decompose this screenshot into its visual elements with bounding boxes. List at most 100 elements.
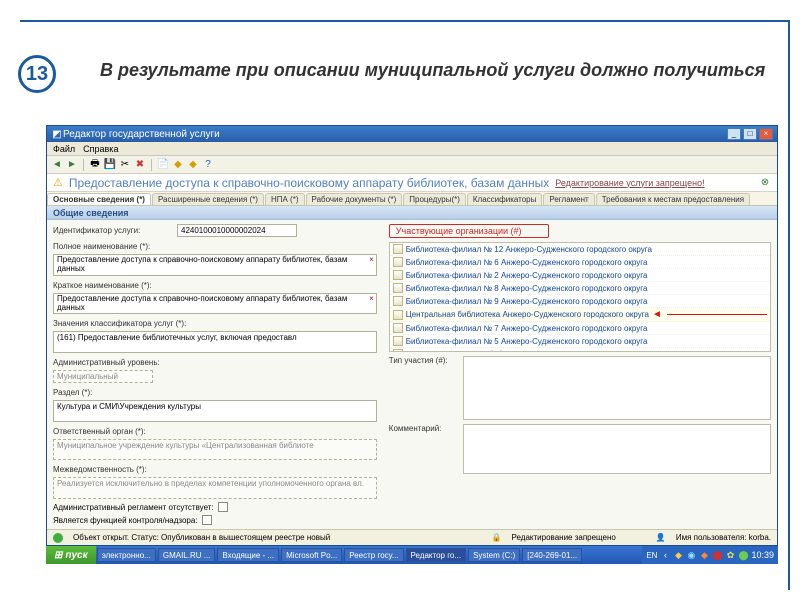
- orgs-heading[interactable]: Участвующие организации (#): [389, 224, 549, 238]
- taskbar-item[interactable]: Microsoft Po...: [281, 548, 342, 562]
- tab-req[interactable]: Требования к местам предоставления: [596, 193, 750, 205]
- tray-icon[interactable]: ‹: [660, 550, 670, 560]
- doc-icon: [393, 283, 403, 293]
- comment-label: Комментарий:: [389, 424, 459, 433]
- doc-icon: [393, 349, 403, 352]
- taskbar-item[interactable]: Реестр госу...: [344, 548, 403, 562]
- toolbar: ◄ ► 🖶 💾 ✂ ✖ 📄 ◆ ◆ ?: [47, 156, 777, 174]
- doc-close-icon[interactable]: ⊗: [759, 177, 771, 189]
- tray-icon[interactable]: ✿: [725, 550, 735, 560]
- title-bar: ◩ Редактор государственной услуги _ □ ×: [47, 126, 777, 142]
- doc-icon: [393, 296, 403, 306]
- clear-icon[interactable]: ×: [369, 294, 374, 303]
- tab-proc[interactable]: Процедуры(*): [403, 193, 466, 205]
- tray-icon[interactable]: ⬤: [738, 550, 748, 560]
- warning-icon: ⚠: [53, 176, 63, 189]
- print-icon[interactable]: 🖶: [89, 159, 101, 171]
- work-area: Идентификатор услуги: 424010001000000202…: [47, 220, 777, 529]
- type-label: Тип участия (#):: [389, 356, 459, 365]
- maximize-button[interactable]: □: [743, 128, 757, 140]
- org-list[interactable]: Библиотека-филиал № 12 Анжеро-Судженског…: [389, 242, 771, 352]
- window-title: Редактор государственной услуги: [63, 129, 725, 140]
- class-field[interactable]: (161) Предоставление библиотечных услуг,…: [53, 331, 377, 353]
- type-field[interactable]: [463, 356, 771, 420]
- forward-icon[interactable]: ►: [66, 159, 78, 171]
- list-item[interactable]: Центральная детская библиотека Анжеро-Су…: [390, 348, 770, 352]
- tray-icon[interactable]: ◉: [686, 550, 696, 560]
- document-title: Предоставление доступа к справочно-поиск…: [69, 176, 549, 190]
- tab-npa[interactable]: НПА (*): [265, 193, 305, 205]
- list-item[interactable]: Библиотека-филиал № 6 Анжеро-Судженского…: [390, 256, 770, 269]
- list-item[interactable]: Библиотека-филиал № 2 Анжеро-Судженского…: [390, 269, 770, 282]
- tray-icon[interactable]: ◆: [673, 550, 683, 560]
- tab-docs[interactable]: Рабочие документы (*): [306, 193, 403, 205]
- inter-field[interactable]: Реализуется исключительно в пределах ком…: [53, 477, 377, 499]
- control-checkbox[interactable]: [202, 515, 212, 525]
- list-item[interactable]: Библиотека-филиал № 12 Анжеро-Судженског…: [390, 243, 770, 256]
- taskbar-item[interactable]: электронно...: [97, 548, 156, 562]
- lang-indicator[interactable]: EN: [646, 551, 657, 560]
- slide-number: 13: [18, 55, 56, 93]
- class-label: Значения классификатора услуг (*):: [53, 319, 377, 328]
- list-item[interactable]: Библиотека-филиал № 5 Анжеро-Судженского…: [390, 335, 770, 348]
- list-item[interactable]: Библиотека-филиал № 7 Анжеро-Судженского…: [390, 322, 770, 335]
- status-ok-icon: [53, 533, 63, 543]
- reg-absent-label: Административный регламент отсутствует:: [53, 503, 214, 512]
- doc-icon: [393, 270, 403, 280]
- tab-regl[interactable]: Регламент: [543, 193, 594, 205]
- doc-icon: [393, 336, 403, 346]
- copy-icon[interactable]: 📄: [157, 159, 169, 171]
- status-user: Имя пользователя: korba.: [676, 533, 771, 542]
- close-button[interactable]: ×: [759, 128, 773, 140]
- menu-file[interactable]: Файл: [53, 144, 75, 154]
- tool1-icon[interactable]: ◆: [172, 159, 184, 171]
- list-item[interactable]: Библиотека-филиал № 8 Анжеро-Судженского…: [390, 282, 770, 295]
- reg-absent-checkbox[interactable]: [218, 502, 228, 512]
- slide-title: В результате при описании муниципальной …: [100, 60, 770, 81]
- admin-field[interactable]: Муниципальный: [53, 370, 153, 383]
- tab-ext[interactable]: Расширенные сведения (*): [152, 193, 264, 205]
- list-item[interactable]: Центральная библиотека Анжеро-Судженског…: [390, 308, 770, 322]
- participating-orgs: Участвующие организации (#) Библиотека-ф…: [383, 220, 777, 529]
- resp-field[interactable]: Муниципальное учреждение культуры «Центр…: [53, 439, 377, 461]
- taskbar-item[interactable]: Редактор го...: [406, 548, 467, 562]
- taskbar-item[interactable]: Входящие - ...: [217, 548, 279, 562]
- cut-icon[interactable]: ✂: [119, 159, 131, 171]
- doc-icon: [393, 323, 403, 333]
- back-icon[interactable]: ◄: [51, 159, 63, 171]
- short-label: Краткое наименование (*):: [53, 281, 377, 290]
- clear-icon[interactable]: ×: [369, 255, 374, 264]
- section-field[interactable]: Культура и СМИ\Учреждения культуры: [53, 400, 377, 422]
- list-item[interactable]: Библиотека-филиал № 9 Анжеро-Судженского…: [390, 295, 770, 308]
- short-field[interactable]: Предоставление доступа к справочно-поиск…: [53, 293, 377, 315]
- app-icon: ◩: [51, 128, 63, 140]
- taskbar-item[interactable]: [240-269-01...: [522, 548, 582, 562]
- user-icon: 👤: [656, 533, 666, 542]
- status-locked: Редактирование запрещено: [512, 533, 616, 542]
- id-field[interactable]: 4240100010000002024: [177, 224, 297, 237]
- system-tray: EN ‹ ◆ ◉ ◆ ⬤ ✿ ⬤ 10:39: [642, 546, 778, 564]
- tool2-icon[interactable]: ◆: [187, 159, 199, 171]
- tray-icon[interactable]: ◆: [699, 550, 709, 560]
- tray-icon[interactable]: ⬤: [712, 550, 722, 560]
- tab-main[interactable]: Основные сведения (*): [47, 193, 151, 205]
- inter-label: Межведомственность (*):: [53, 465, 377, 474]
- app-window: ◩ Редактор государственной услуги _ □ × …: [46, 125, 778, 546]
- resp-label: Ответственный орган (*):: [53, 427, 377, 436]
- minimize-button[interactable]: _: [727, 128, 741, 140]
- save-icon[interactable]: 💾: [104, 159, 116, 171]
- taskbar-item[interactable]: GMAIL.RU ...: [158, 548, 216, 562]
- clock[interactable]: 10:39: [751, 550, 774, 560]
- fullname-field[interactable]: Предоставление доступа к справочно-поиск…: [53, 254, 377, 276]
- doc-icon: [393, 310, 403, 320]
- delete-icon[interactable]: ✖: [134, 159, 146, 171]
- comment-field[interactable]: [463, 424, 771, 474]
- start-button[interactable]: ⊞пуск: [46, 546, 96, 564]
- menu-help[interactable]: Справка: [83, 144, 118, 154]
- taskbar-item[interactable]: System (C:): [468, 548, 520, 562]
- tab-class[interactable]: Классификаторы: [467, 193, 542, 205]
- document-header: ⚠ Предоставление доступа к справочно-пои…: [47, 174, 777, 192]
- control-label: Является функцией контроля/надзора:: [53, 516, 198, 525]
- help-icon[interactable]: ?: [202, 159, 214, 171]
- lock-icon: 🔒: [492, 533, 502, 542]
